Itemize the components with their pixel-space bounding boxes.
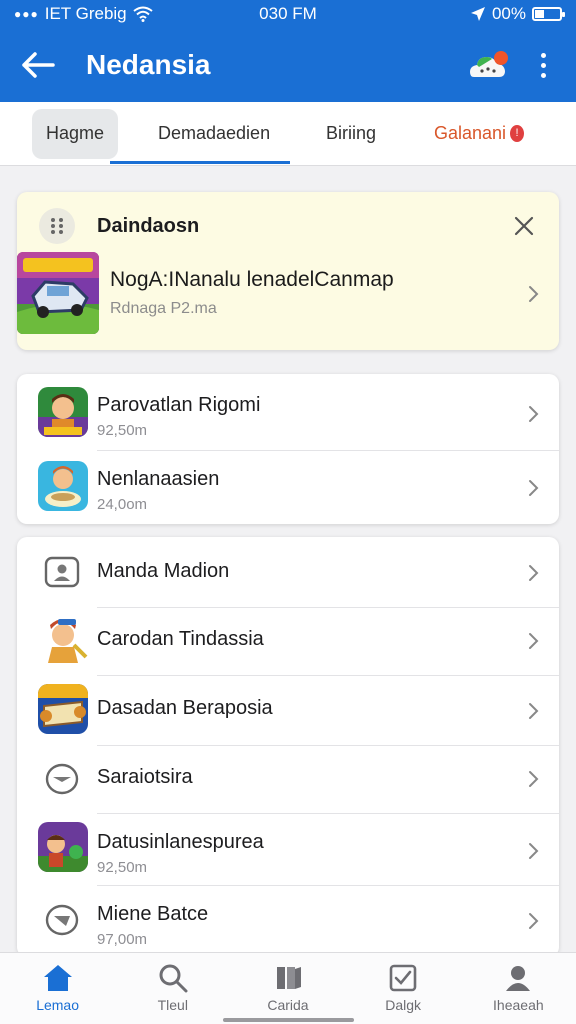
featured-title: NogA:INanalu lenadelCanmap — [110, 268, 394, 291]
list-item-label: Manda Madion — [97, 560, 230, 582]
speech-bubble-icon — [42, 759, 82, 799]
chevron-right-icon — [529, 703, 539, 719]
game-list-card: Manda Madion Carodan Tindassia Dasadan B… — [17, 537, 559, 957]
chevron-right-icon — [529, 565, 539, 581]
status-bar: ●●● IET Grebig 030 FM 00% — [0, 0, 576, 28]
list-item-label: Miene Batce — [97, 903, 209, 925]
nav-label: Lemao — [36, 997, 79, 1013]
character-game-icon — [38, 387, 88, 437]
list-item-label: Parovatlan Rigomi — [97, 394, 261, 416]
nav-item-lemao[interactable]: Lemao — [0, 953, 115, 1024]
battery-percent: 00% — [491, 4, 526, 23]
list-item-subtitle: 24,0om — [97, 496, 148, 513]
drag-grip-icon[interactable] — [39, 208, 75, 244]
chevron-right-icon — [529, 406, 539, 422]
close-icon — [514, 216, 534, 236]
nav-label: Tleul — [157, 997, 188, 1013]
list-item-label: Carodan Tindassia — [97, 628, 264, 650]
tab-bar: Hagme Demadaedien Biriing Galanani ! — [0, 102, 576, 166]
game-list-card: Parovatlan Rigomi 92,50m Nenlanaasien 24… — [17, 374, 559, 524]
nav-item-dalgk[interactable]: Dalgk — [346, 953, 461, 1024]
alert-badge-icon: ! — [510, 125, 524, 142]
tab-hagme[interactable]: Hagme — [32, 108, 118, 159]
featured-subtitle: Rdnaga P2.ma — [110, 300, 217, 317]
nav-label: Dalgk — [385, 997, 422, 1013]
list-item[interactable]: Parovatlan Rigomi 92,50m — [17, 374, 559, 450]
library-icon — [271, 963, 305, 993]
featured-heading: Daindaosn — [97, 214, 200, 237]
list-item-label: Datusinlanespurea — [97, 831, 264, 853]
tab-galanani[interactable]: Galanani ! — [434, 123, 524, 144]
list-item-subtitle: 92,50m — [97, 422, 148, 439]
list-item-subtitle: 92,50m — [97, 859, 148, 876]
nav-label: Carida — [267, 997, 309, 1013]
racing-game-thumbnail — [17, 252, 99, 334]
tab-biriing[interactable]: Biriing — [326, 123, 376, 144]
home-icon — [41, 963, 75, 993]
tab-demadaedien[interactable]: Demadaedien — [158, 123, 270, 144]
chef-game-icon — [38, 461, 88, 511]
signal-dots-icon: ●●● — [14, 7, 39, 21]
battery-icon — [532, 7, 565, 21]
list-item[interactable]: Datusinlanespurea 92,50m — [17, 813, 559, 885]
featured-item[interactable]: NogA:INanalu lenadelCanmap Rdnaga P2.ma — [17, 250, 559, 340]
chevron-right-icon — [529, 633, 539, 649]
chevron-right-icon — [529, 286, 539, 302]
list-item-label: Nenlanaasien — [97, 468, 220, 490]
chevron-right-icon — [529, 913, 539, 929]
list-item[interactable]: Carodan Tindassia — [17, 607, 559, 675]
bottom-nav: Lemao Tleul Carida Dalgk Iheaeah — [0, 952, 576, 1024]
list-item-label: Dasadan Beraposia — [97, 697, 273, 719]
list-item[interactable]: Miene Batce 97,00m — [17, 885, 559, 957]
carrier-label: IET Grebig — [44, 4, 127, 23]
scroll-game-icon — [38, 684, 88, 734]
list-item[interactable]: Manda Madion — [17, 537, 559, 607]
featured-header: Daindaosn — [39, 206, 539, 246]
list-item-subtitle: 97,00m — [97, 931, 148, 948]
more-menu-button[interactable] — [528, 45, 558, 85]
adventure-game-icon — [38, 822, 88, 872]
list-item[interactable]: Nenlanaasien 24,0om — [17, 450, 559, 524]
list-item[interactable]: Saraiotsira — [17, 745, 559, 813]
nav-item-iheaeah[interactable]: Iheaeah — [461, 953, 576, 1024]
cloud-badge-button[interactable] — [468, 45, 512, 85]
nav-item-carida[interactable]: Carida — [230, 953, 345, 1024]
nav-item-tleul[interactable]: Tleul — [115, 953, 230, 1024]
nav-label: Iheaeah — [493, 997, 544, 1013]
character-icon — [38, 615, 88, 665]
tab-galanani-label: Galanani — [434, 123, 507, 143]
back-button[interactable] — [18, 45, 58, 85]
more-vertical-icon — [540, 52, 546, 58]
close-button[interactable] — [509, 211, 539, 241]
app-bar: Nedansia — [0, 28, 576, 102]
active-tab-indicator — [110, 161, 290, 164]
home-indicator — [223, 1018, 354, 1022]
chevron-right-icon — [529, 771, 539, 787]
cloud-badge-icon — [470, 51, 508, 77]
chevron-right-icon — [529, 480, 539, 496]
speech-bubble-icon — [42, 900, 82, 940]
checkbox-icon — [386, 963, 420, 993]
profile-icon — [501, 963, 535, 993]
list-item-label: Saraiotsira — [97, 766, 193, 788]
search-icon — [156, 963, 190, 993]
featured-card: Daindaosn NogA:INanalu lenadelCanmap Rdn… — [17, 192, 559, 350]
arrow-left-icon — [22, 52, 55, 78]
location-arrow-icon — [470, 7, 485, 21]
wifi-icon — [133, 6, 153, 22]
page-title: Nedansia — [86, 49, 211, 80]
chevron-right-icon — [529, 843, 539, 859]
user-card-icon — [42, 552, 82, 592]
list-item[interactable]: Dasadan Beraposia — [17, 675, 559, 745]
